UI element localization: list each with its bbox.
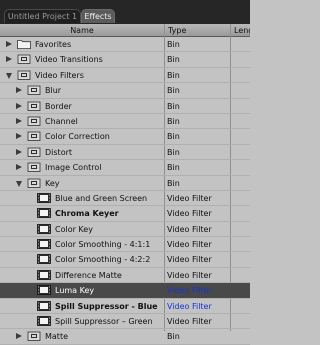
bin-icon: [27, 331, 41, 342]
list-row[interactable]: Difference Matte Video Filter: [0, 268, 250, 284]
list-row[interactable]: Border Bin: [0, 99, 250, 114]
row-type: Bin: [167, 178, 180, 188]
tab-bar: Untitled Project 1 Effects: [0, 0, 250, 24]
list-row[interactable]: Favorites Bin: [0, 37, 250, 53]
filter-icon: [37, 285, 51, 296]
row-type: Bin: [167, 55, 180, 65]
folder-icon: [17, 39, 31, 50]
column-header: Name Type Leng: [0, 24, 250, 37]
bin-icon: [27, 116, 41, 126]
list-row[interactable]: Luma Key Video Filter: [0, 283, 250, 299]
disclosure-triangle-expanded-icon[interactable]: [6, 72, 12, 79]
list-row[interactable]: Color Smoothing - 4:2:2 Video Filter: [0, 252, 250, 268]
tab-untitled-project[interactable]: Untitled Project 1: [4, 9, 81, 23]
disclosure-triangle-collapsed-icon[interactable]: [16, 102, 22, 109]
list-row[interactable]: Matte Bin: [0, 329, 250, 345]
list-row[interactable]: Key Bin: [0, 176, 250, 191]
effects-list: Favorites Bin Video Transitions Bin Video Fi…: [0, 37, 250, 345]
row-name: Distort: [45, 147, 73, 157]
row-type: Bin: [167, 40, 180, 49]
row-name: Video Filters: [35, 70, 84, 80]
row-name: Matte: [45, 332, 68, 342]
list-row[interactable]: Blue and Green Screen Video Filter: [0, 191, 250, 207]
row-type: Video Filter: [167, 301, 212, 311]
disclosure-triangle-collapsed-icon[interactable]: [6, 56, 12, 63]
bin-icon: [27, 131, 41, 142]
bin-icon: [27, 101, 41, 111]
list-row[interactable]: Image Control Bin: [0, 160, 250, 176]
list-row[interactable]: Channel Bin: [0, 114, 250, 130]
row-type: Bin: [167, 163, 180, 173]
bin-icon: [27, 178, 41, 188]
bin-icon: [27, 85, 41, 96]
row-type: Video Filter: [167, 286, 212, 296]
row-type: Video Filter: [167, 317, 212, 327]
row-name: Blue and Green Screen: [55, 193, 148, 203]
list-row[interactable]: Color Key Video Filter: [0, 222, 250, 238]
disclosure-triangle-collapsed-icon[interactable]: [16, 117, 22, 124]
row-type: Bin: [167, 86, 180, 96]
list-row[interactable]: Color Correction Bin: [0, 129, 250, 145]
filter-icon: [37, 316, 51, 326]
list-row[interactable]: Color Smoothing - 4:1:1 Video Filter: [0, 237, 250, 253]
row-type: Bin: [167, 132, 180, 142]
tab-effects[interactable]: Effects: [81, 9, 115, 23]
list-row[interactable]: Spill Suppressor - Blue Video Filter: [0, 299, 250, 315]
filter-icon: [37, 239, 51, 249]
bin-icon: [27, 162, 41, 173]
row-type: Video Filter: [167, 209, 212, 219]
row-name: Difference Matte: [55, 270, 122, 280]
list-row[interactable]: Video Transitions Bin: [0, 52, 250, 68]
row-type: Video Filter: [167, 224, 212, 234]
row-name: Video Transitions: [35, 55, 103, 65]
filter-icon: [37, 223, 51, 234]
row-type: Video Filter: [167, 240, 212, 250]
row-name: Color Smoothing - 4:2:2: [55, 255, 151, 265]
row-name: Color Key: [55, 224, 93, 234]
list-row[interactable]: Spill Suppressor – Green Video Filter: [0, 314, 250, 330]
list-row[interactable]: Distort Bin: [0, 145, 250, 161]
row-type: Video Filter: [167, 255, 212, 265]
disclosure-triangle-collapsed-icon[interactable]: [16, 87, 22, 94]
row-type: Bin: [167, 70, 180, 80]
filter-icon: [37, 208, 51, 219]
row-name: Color Smoothing - 4:1:1: [55, 240, 151, 250]
disclosure-triangle-collapsed-icon[interactable]: [6, 41, 12, 47]
bin-icon: [17, 70, 31, 80]
disclosure-triangle-collapsed-icon[interactable]: [16, 148, 22, 155]
row-type: Bin: [167, 332, 180, 342]
disclosure-triangle-collapsed-icon[interactable]: [16, 133, 22, 140]
row-name: Spill Suppressor – Green: [55, 317, 153, 327]
filter-icon: [37, 193, 51, 203]
row-name: Color Correction: [45, 132, 110, 142]
list-row[interactable]: Blur Bin: [0, 83, 250, 99]
row-type: Video Filter: [167, 193, 212, 203]
row-name: Key: [45, 178, 60, 188]
row-name: Favorites: [35, 40, 72, 49]
filter-icon: [37, 269, 51, 280]
row-name: Blur: [45, 86, 62, 96]
row-name: Luma Key: [55, 286, 95, 296]
row-name: Border: [45, 101, 72, 111]
list-row[interactable]: Video Filters Bin: [0, 68, 250, 84]
row-type: Bin: [167, 116, 180, 126]
disclosure-triangle-expanded-icon[interactable]: [16, 180, 22, 187]
list-row[interactable]: Chroma Keyer Video Filter: [0, 206, 250, 222]
row-name: Chroma Keyer: [55, 209, 119, 219]
disclosure-triangle-collapsed-icon[interactable]: [16, 164, 22, 171]
filter-icon: [37, 254, 51, 265]
column-header-type[interactable]: Type: [168, 24, 230, 37]
disclosure-triangle-collapsed-icon[interactable]: [16, 333, 22, 340]
row-type: Bin: [167, 147, 180, 157]
column-header-length[interactable]: Leng: [234, 24, 250, 37]
row-type: Video Filter: [167, 270, 212, 280]
row-name: Channel: [45, 116, 78, 126]
row-name: Image Control: [45, 163, 102, 173]
row-type: Bin: [167, 101, 180, 111]
column-header-name[interactable]: Name: [0, 24, 164, 37]
bin-icon: [17, 54, 31, 65]
row-name: Spill Suppressor - Blue: [55, 301, 158, 311]
filter-icon: [37, 300, 51, 311]
bin-icon: [27, 147, 41, 157]
